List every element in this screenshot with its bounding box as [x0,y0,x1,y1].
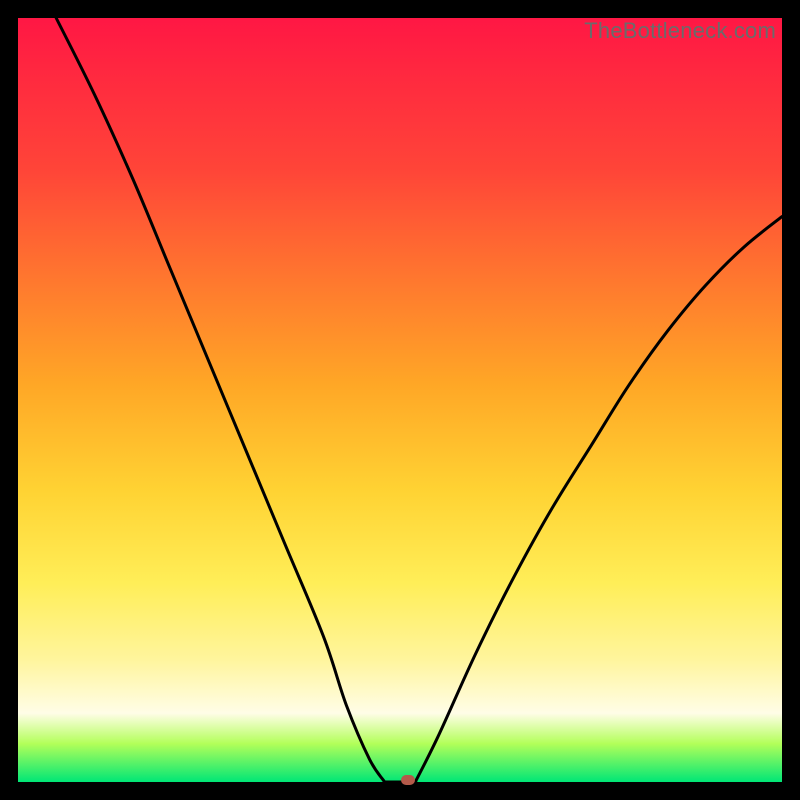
bottleneck-curve [18,18,782,782]
chart-frame: TheBottleneck.com [0,0,800,800]
plot-area: TheBottleneck.com [18,18,782,782]
minimum-marker [401,775,415,785]
